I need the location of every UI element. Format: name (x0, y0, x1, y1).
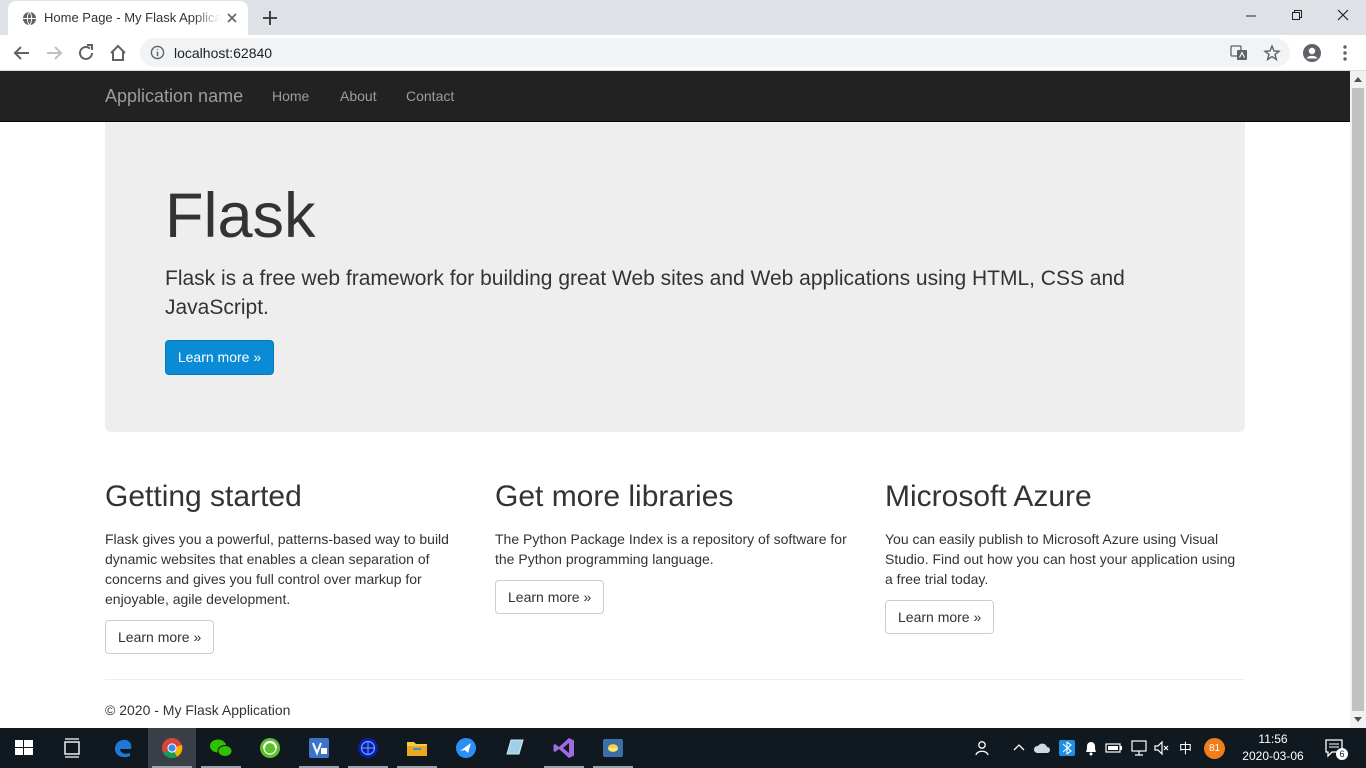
close-icon (1337, 9, 1349, 21)
address-bar[interactable]: localhost:62840 (140, 38, 1290, 67)
minimize-button[interactable] (1228, 0, 1274, 32)
scroll-down-arrow-icon[interactable] (1354, 717, 1362, 722)
new-tab-icon[interactable] (260, 8, 280, 28)
taskbar-visio[interactable] (295, 728, 343, 768)
taskbar-visual-studio[interactable] (540, 728, 588, 768)
column-heading: Microsoft Azure (885, 480, 1092, 513)
jumbotron-learn-more-button[interactable]: Learn more » (165, 340, 274, 375)
taskbar-network-app[interactable] (344, 728, 392, 768)
column-heading: Get more libraries (495, 480, 734, 513)
volume-muted-icon[interactable] (1153, 739, 1171, 757)
qihoo-browser-icon (260, 738, 280, 758)
taskbar-feishu[interactable] (442, 728, 490, 768)
wechat-icon (210, 739, 233, 757)
azure-learn-more-button[interactable]: Learn more » (885, 600, 995, 634)
nav-about-link[interactable]: About (340, 88, 377, 104)
taskbar-chrome[interactable] (148, 728, 196, 768)
translate-icon[interactable] (1230, 44, 1248, 62)
network-icon[interactable] (1130, 739, 1148, 757)
scrollbar-thumb[interactable] (1352, 88, 1364, 711)
home-icon[interactable] (107, 42, 129, 64)
getting-started-learn-more-button[interactable]: Learn more » (105, 620, 215, 654)
scroll-up-arrow-icon[interactable] (1354, 77, 1362, 82)
file-explorer-icon (407, 742, 427, 756)
page-scrollbar[interactable] (1350, 71, 1366, 728)
menu-kebab-icon[interactable] (1334, 42, 1356, 64)
visio-icon (309, 738, 329, 758)
restore-button[interactable] (1274, 0, 1320, 32)
column-get-more-libraries: Get more libraries The Python Package In… (495, 479, 855, 614)
ime-indicator[interactable]: 中 (1179, 738, 1192, 756)
jumbotron-lead: Flask is a free web framework for buildi… (165, 267, 1125, 319)
tray-badge-icon[interactable]: 81 (1204, 738, 1225, 759)
taskbar-qihoo-browser[interactable] (246, 728, 294, 768)
edge-icon (115, 739, 132, 758)
site-navbar: Application name Home About Contact (0, 71, 1350, 122)
libraries-learn-more-button[interactable]: Learn more » (495, 580, 605, 614)
profile-avatar-icon[interactable] (1301, 42, 1323, 64)
restore-icon (1292, 10, 1302, 20)
chrome-icon (162, 738, 183, 759)
site-footer: © 2020 - My Flask Application (105, 702, 291, 718)
web-page: Application name Home About Contact Flas… (0, 71, 1350, 728)
info-icon[interactable] (150, 45, 165, 60)
reload-icon[interactable] (75, 42, 97, 64)
browser-toolbar: localhost:62840 (0, 35, 1366, 71)
pad-app-icon (506, 739, 524, 755)
close-window-button[interactable] (1320, 0, 1366, 32)
browser-tab-strip: Home Page - My Flask Application (0, 0, 1366, 35)
column-text: You can easily publish to Microsoft Azur… (885, 531, 1236, 587)
visual-studio-icon (553, 738, 574, 758)
start-button[interactable] (0, 728, 48, 768)
battery-icon[interactable] (1105, 739, 1123, 757)
column-text: Flask gives you a powerful, patterns-bas… (105, 531, 449, 607)
clock-date: 2020-03-06 (1242, 749, 1304, 763)
notification-count-badge: 6 (1336, 748, 1348, 760)
forward-icon[interactable] (43, 42, 65, 64)
nav-contact-link[interactable]: Contact (406, 88, 454, 104)
task-view-icon (64, 738, 80, 758)
column-microsoft-azure: Microsoft Azure You can easily publish t… (885, 479, 1245, 634)
network-app-icon (358, 738, 378, 758)
clock-time: 11:56 (1258, 732, 1288, 746)
minimize-icon (1246, 15, 1256, 17)
bluetooth-app-icon[interactable] (1058, 739, 1076, 757)
column-getting-started: Getting started Flask gives you a powerf… (105, 479, 465, 654)
site-brand-link[interactable]: Application name (105, 86, 243, 107)
globe-icon (22, 11, 37, 26)
taskbar-edge[interactable] (99, 728, 147, 768)
close-tab-icon[interactable] (224, 10, 240, 26)
bell-icon[interactable] (1083, 739, 1099, 757)
taskbar-pad-app[interactable] (491, 728, 539, 768)
start-icon (15, 740, 33, 755)
chevron-up-icon[interactable] (1011, 739, 1027, 757)
taskbar-wechat[interactable] (197, 728, 245, 768)
cloud-sync-icon[interactable] (1033, 739, 1051, 757)
bookmark-star-icon[interactable] (1263, 44, 1281, 62)
footer-divider (105, 679, 1245, 680)
url-text: localhost:62840 (174, 45, 273, 61)
browser-tab[interactable]: Home Page - My Flask Application (8, 1, 248, 35)
windows-taskbar: 中 81 11:56 2020-03-06 6 (0, 728, 1366, 768)
people-icon[interactable] (974, 739, 992, 757)
tab-title: Home Page - My Flask Application (44, 10, 220, 25)
back-icon[interactable] (11, 42, 33, 64)
taskbar-python[interactable] (589, 728, 637, 768)
taskbar-clock[interactable]: 11:56 2020-03-06 (1232, 731, 1314, 765)
column-text: The Python Package Index is a repository… (495, 531, 847, 567)
column-heading: Getting started (105, 480, 302, 513)
taskbar-file-explorer[interactable] (393, 728, 441, 768)
nav-home-link[interactable]: Home (272, 88, 309, 104)
jumbotron-heading: Flask (165, 181, 316, 251)
feishu-icon (456, 738, 476, 758)
task-view-button[interactable] (48, 728, 96, 768)
jumbotron: Flask Flask is a free web framework for … (105, 122, 1245, 432)
python-icon (603, 739, 623, 757)
